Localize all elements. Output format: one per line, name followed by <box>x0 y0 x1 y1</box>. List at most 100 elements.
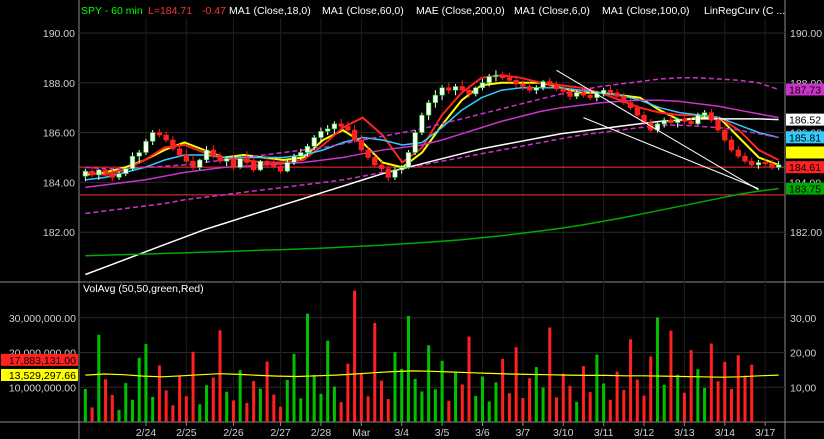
candle-body <box>176 148 183 156</box>
volume-tick-label-right: 10,00 <box>790 382 816 394</box>
chart-background <box>0 0 824 439</box>
candle-body <box>284 162 290 172</box>
x-tick-label: 2/24 <box>136 427 157 439</box>
candle-body <box>728 139 735 151</box>
candle-body <box>392 169 398 178</box>
candle-body <box>304 145 311 153</box>
candle-body <box>136 152 142 157</box>
candle-body <box>513 79 519 85</box>
price-tick-label: 182.00 <box>43 227 75 239</box>
candle-body <box>412 132 418 153</box>
candle-body <box>526 86 533 91</box>
price-change-label: -0.47 <box>202 5 226 17</box>
x-tick-label: 3/10 <box>553 427 574 439</box>
x-tick-label: 3/6 <box>475 427 490 439</box>
candle-body <box>399 167 405 171</box>
indicator-label: MAE (Close,200,0) <box>416 5 505 17</box>
candle-body <box>210 149 216 157</box>
candle-body <box>614 92 620 97</box>
candle-body <box>291 155 297 163</box>
candle-body <box>547 81 553 86</box>
symbol-label: SPY - 60 min <box>81 5 143 17</box>
price-value-tag <box>786 146 824 159</box>
candle-body <box>311 137 317 147</box>
candle-body <box>109 172 115 178</box>
candle-body <box>607 89 614 94</box>
last-price-label: L=184.71 <box>148 5 192 17</box>
candle-body <box>338 123 344 127</box>
volume-tick-label: 10,000,000.00 <box>9 382 76 394</box>
volume-value-label: 13,529,297.66 <box>9 370 76 382</box>
candle-body <box>96 169 102 176</box>
x-tick-label: 3/4 <box>394 427 409 439</box>
candle-body <box>574 92 580 97</box>
volume-value-label: 17,883,131.00 <box>9 355 76 367</box>
x-tick-label: 3/7 <box>516 427 531 439</box>
x-tick-label: 3/11 <box>594 427 614 439</box>
indicator-label: MA1 (Close,100,0) <box>602 5 690 17</box>
candle-body <box>237 158 243 168</box>
stock-chart: 182.00182.00184.00184.00186.00186.00188.… <box>0 0 824 439</box>
candle-body <box>378 164 385 169</box>
indicator-label: MA1 (Close,6,0) <box>514 5 590 17</box>
candle-body <box>405 152 412 168</box>
candle-body <box>230 158 237 168</box>
candle-body <box>688 121 694 125</box>
candle-body <box>459 86 465 91</box>
x-tick-label: 2/27 <box>270 427 291 439</box>
price-tick-label: 184.00 <box>43 177 75 189</box>
x-tick-label: 2/26 <box>223 427 244 439</box>
candle-body <box>762 162 768 164</box>
candle-body <box>203 149 210 161</box>
candle-body <box>452 86 459 91</box>
candle-body <box>183 154 189 162</box>
candle-body <box>82 170 89 177</box>
x-tick-label: 3/13 <box>674 427 695 439</box>
candle-body <box>298 152 304 157</box>
candle-body <box>446 87 452 91</box>
candle-body <box>600 89 607 95</box>
candle-body <box>163 134 169 141</box>
candle-body <box>775 164 782 168</box>
volume-tick-label-right: 20,00 <box>790 348 816 360</box>
candle-body <box>634 107 640 116</box>
candle-body <box>567 91 573 97</box>
x-tick-label: 3/17 <box>755 427 776 439</box>
price-value-label: 184.61 <box>789 162 821 174</box>
candle-body <box>345 126 351 131</box>
volume-indicator-label: VolAvg (50,50,green,Red) <box>83 283 204 295</box>
candle-body <box>372 157 378 166</box>
candle-body <box>580 92 587 96</box>
volume-tick-label: 30,000,000.00 <box>9 313 76 325</box>
candle-body <box>439 87 445 96</box>
candle-body <box>102 169 109 173</box>
candle-body <box>150 132 156 142</box>
candle-body <box>351 129 358 141</box>
candle-body <box>553 84 560 90</box>
price-tick-label: 188.00 <box>43 78 75 90</box>
candle-body <box>257 160 264 171</box>
candle-body <box>129 155 136 169</box>
volume-tick-label-right: 30,00 <box>790 313 816 325</box>
candle-body <box>621 96 627 103</box>
indicator-label: MA1 (Close,18,0) <box>229 5 311 17</box>
candle-body <box>244 158 250 163</box>
candle-body <box>587 94 593 98</box>
candle-body <box>722 129 728 141</box>
candle-body <box>143 140 149 153</box>
price-value-label: 185.81 <box>789 132 821 144</box>
price-tick-label: 186.00 <box>43 128 75 140</box>
candle-body <box>681 118 688 122</box>
x-tick-label: 2/28 <box>311 427 332 439</box>
x-tick-label: 3/5 <box>435 427 450 439</box>
candle-body <box>735 149 741 157</box>
candle-body <box>156 132 163 136</box>
candle-body <box>432 94 439 103</box>
candle-body <box>661 119 667 125</box>
price-tick-label-right: 190.00 <box>790 28 822 40</box>
candle-body <box>217 155 223 162</box>
candle-body <box>755 162 762 166</box>
candle-body <box>560 88 566 92</box>
candle-body <box>264 160 270 166</box>
candle-body <box>325 128 331 132</box>
